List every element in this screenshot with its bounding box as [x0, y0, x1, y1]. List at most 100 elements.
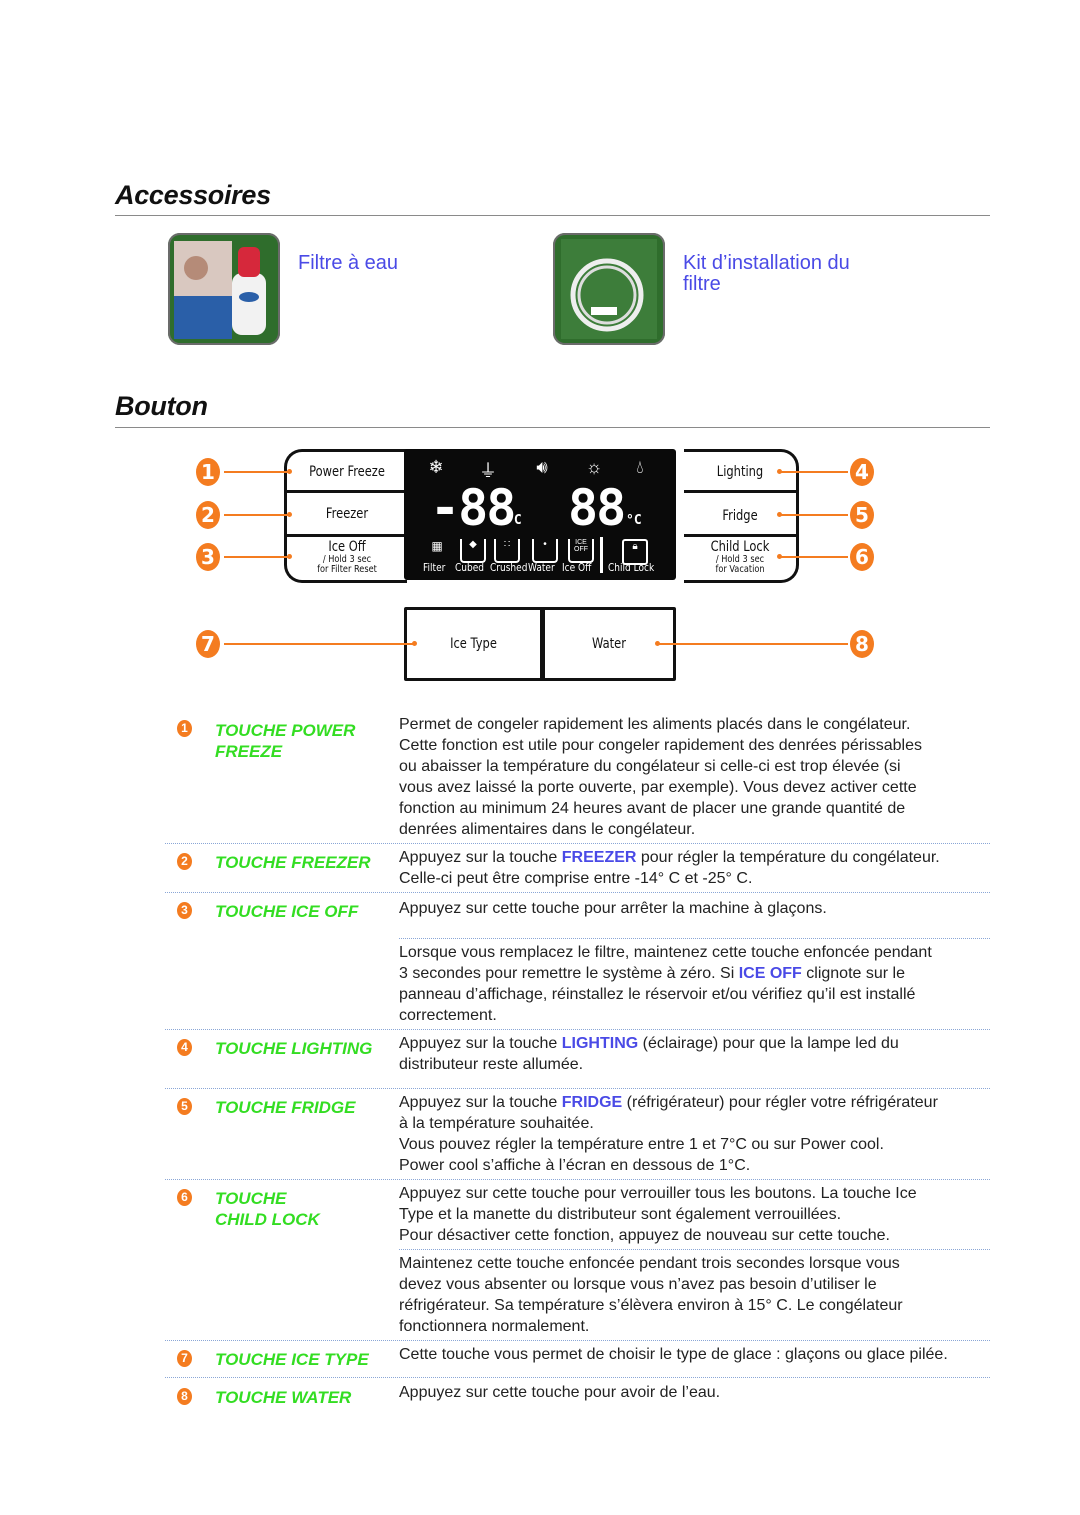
text-line: Type et la manette du distributeur sont … — [399, 1206, 842, 1223]
text-line: distributeur reste allumée. — [399, 1056, 584, 1073]
key-power-freeze: TOUCHE POWER FREEZE — [215, 720, 395, 762]
leader-dot-1 — [287, 469, 292, 474]
text-line: Cette fonction est utile pour congeler r… — [399, 737, 922, 754]
description-child-lock: Appuyez sur cette touche pour verrouille… — [399, 1183, 989, 1246]
display-label-ice-off: Ice Off — [562, 561, 592, 574]
dispenser-panel: Ice Type Water — [404, 607, 676, 681]
key-line: TOUCHE POWER — [215, 721, 356, 740]
text-line: Appuyez sur cette touche pour verrouille… — [399, 1185, 917, 1202]
description-ice-off-filter-reset: Lorsque vous remplacez le filtre, mainte… — [399, 942, 989, 1026]
text-span: 3 secondes pour remettre le système à zé… — [399, 965, 739, 982]
text-span: (réfrigérateur) pour régler votre réfrig… — [622, 1094, 938, 1111]
leader-line-1 — [224, 471, 288, 473]
display-label-crushed: Crushed — [490, 561, 528, 574]
text-line: Lorsque vous remplacez le filtre, mainte… — [399, 944, 932, 961]
text-line: Pour désactiver cette fonction, appuyez … — [399, 1227, 890, 1244]
freezer-button[interactable]: Freezer — [298, 506, 396, 522]
buttons-divider — [115, 427, 990, 428]
leader-line-8 — [658, 643, 848, 645]
leader-line-6 — [780, 556, 848, 558]
row-subdivider — [399, 1249, 990, 1250]
leader-dot-7 — [412, 641, 417, 646]
row-divider — [165, 843, 990, 844]
text-line: Maintenez cette touche enfoncée pendant … — [399, 1255, 900, 1272]
key-child-lock: TOUCHE CHILD LOCK — [215, 1188, 395, 1230]
freezer-unit: °C — [506, 513, 522, 528]
filter-kit-label: Kit d’installation du filtre — [683, 253, 850, 295]
leader-line-7 — [224, 643, 414, 645]
key-line: FREEZE — [215, 742, 283, 761]
number-badge: 7 — [177, 1350, 192, 1367]
number-badge: 8 — [177, 1388, 192, 1405]
lcd-display: ❄ ⏚ 🔊︎ ☼ 💧︎ -88 °C 88 °C ▦ ◆ ∷ • ICE OFF… — [404, 449, 676, 580]
highlight-ice-off: ICE OFF — [738, 965, 802, 982]
fridge-button[interactable]: Fridge — [694, 508, 786, 524]
water-filter-label: Filtre à eau — [298, 252, 399, 274]
speaker-icon: 🔊︎ — [536, 457, 548, 477]
description-fridge: Appuyez sur la touche FRIDGE (réfrigérat… — [399, 1092, 989, 1176]
callout-3: 3 — [196, 543, 220, 571]
highlight-freezer: FREEZER — [561, 849, 637, 866]
text-line: Appuyez sur la touche FRIDGE (réfrigérat… — [399, 1092, 989, 1113]
text-line: 3 secondes pour remettre le système à zé… — [399, 963, 989, 984]
callout-4: 4 — [850, 458, 874, 486]
ice-off-icon: ICE OFF — [568, 539, 594, 563]
number-badge: 5 — [177, 1098, 192, 1115]
panel-divider — [287, 490, 407, 493]
lighting-button[interactable]: Lighting — [694, 464, 786, 480]
callout-6: 6 — [850, 543, 874, 571]
child-lock-button[interactable]: Child Lock / Hold 3 sec for Vacation — [694, 540, 786, 575]
callout-1: 1 — [196, 458, 220, 486]
ice-off-button[interactable]: Ice Off / Hold 3 sec for Filter Reset — [298, 540, 396, 575]
ice-type-button[interactable]: Ice Type — [419, 636, 528, 652]
row-divider — [165, 1340, 990, 1341]
accessories-heading: Accessoires — [115, 180, 271, 210]
water-icon: • — [532, 539, 558, 563]
key-line: CHILD LOCK — [215, 1210, 320, 1229]
left-button-panel: Power Freeze Freezer Ice Off / Hold 3 se… — [284, 449, 407, 583]
child-lock-sub2: for Vacation — [715, 564, 765, 575]
key-water: TOUCHE WATER — [215, 1388, 352, 1407]
crushed-icon: ∷ — [494, 539, 520, 563]
leader-line-5 — [780, 514, 848, 516]
text-line: vous avez laissé la porte ouverte, par e… — [399, 779, 917, 796]
panel-divider — [684, 490, 796, 493]
cubed-icon: ◆ — [460, 539, 486, 563]
panel-divider — [287, 534, 407, 537]
text-line: Celle-ci peut être comprise entre -14° C… — [399, 870, 753, 887]
number-badge: 1 — [177, 720, 192, 737]
leader-dot-3 — [287, 554, 292, 559]
key-lighting: TOUCHE LIGHTING — [215, 1039, 373, 1058]
leader-line-2 — [224, 514, 288, 516]
leader-dot-2 — [287, 512, 292, 517]
number-badge: 3 — [177, 902, 192, 919]
text-line: fonction au minimum 24 heures avant de p… — [399, 800, 906, 817]
description-lighting: Appuyez sur la touche LIGHTING (éclairag… — [399, 1033, 989, 1075]
description-water: Appuyez sur cette touche pour avoir de l… — [399, 1384, 721, 1401]
text-span: pour régler la température du congélateu… — [636, 849, 940, 866]
key-ice-off: TOUCHE ICE OFF — [215, 902, 359, 921]
description-ice-off: Appuyez sur cette touche pour arrêter la… — [399, 900, 827, 917]
key-fridge: TOUCHE FRIDGE — [215, 1098, 356, 1117]
row-divider — [165, 1029, 990, 1030]
leader-line-3 — [224, 556, 288, 558]
freezer-temp-readout: -88 — [430, 479, 516, 537]
text-line: ou abaisser la température du congélateu… — [399, 758, 901, 775]
filter-kit-label-line1: Kit d’installation du — [683, 252, 850, 274]
callout-2: 2 — [196, 501, 220, 529]
accessories-divider — [115, 215, 990, 216]
key-ice-type: TOUCHE ICE TYPE — [215, 1350, 369, 1369]
water-filter-image — [168, 233, 280, 345]
dispenser-divider — [540, 610, 545, 678]
display-label-cubed: Cubed — [455, 561, 485, 574]
text-span: Appuyez sur la touche — [399, 1035, 562, 1052]
row-divider — [165, 1088, 990, 1089]
number-badge: 4 — [177, 1039, 192, 1056]
callout-5: 5 — [850, 501, 874, 529]
power-freeze-button[interactable]: Power Freeze — [298, 464, 396, 480]
text-line: Appuyez sur la touche LIGHTING (éclairag… — [399, 1033, 989, 1054]
water-button[interactable]: Water — [557, 636, 662, 652]
text-span: Appuyez sur la touche — [399, 849, 562, 866]
highlight-fridge: FRIDGE — [561, 1094, 623, 1111]
display-label-water: Water — [528, 561, 555, 574]
